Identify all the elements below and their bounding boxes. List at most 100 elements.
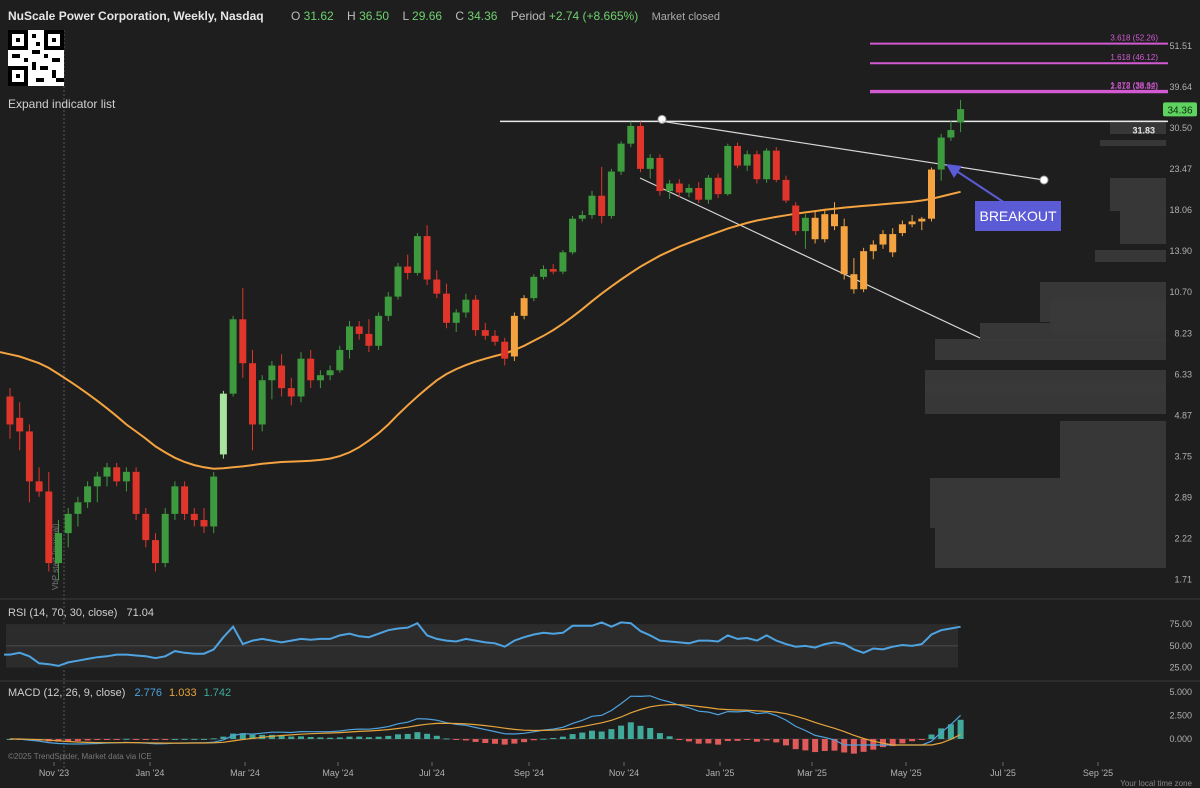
candle-body: [326, 370, 334, 376]
macd-histogram-bar: [589, 730, 595, 739]
candle-body: [957, 109, 965, 123]
macd-histogram-bar: [521, 739, 528, 743]
macd-histogram-bar: [104, 739, 110, 740]
candle-body: [782, 179, 790, 201]
macd-histogram-bar: [142, 739, 149, 740]
macd-histogram-bar: [540, 738, 547, 740]
x-tick-label: Sep '25: [1083, 768, 1113, 778]
y-tick-label: 23.47: [1169, 164, 1192, 174]
candle-body: [811, 217, 819, 240]
y-tick-label: 8.23: [1174, 328, 1192, 338]
macd-histogram-bar: [618, 725, 625, 739]
candle-body: [743, 154, 751, 166]
candle-body: [850, 274, 858, 290]
x-tick-label: Jan '25: [706, 768, 735, 778]
candle-body: [714, 177, 722, 195]
x-tick-label: Mar '25: [797, 768, 827, 778]
pane-divider-macd: [0, 680, 1200, 682]
expand-indicator-list-link[interactable]: Expand indicator list: [8, 97, 115, 111]
macd-label: MACD (12, 26, 9, close): [8, 687, 126, 699]
candle-body: [792, 205, 800, 232]
candle-body: [666, 183, 674, 192]
candle-body: [540, 269, 547, 277]
macd-histogram-bar: [773, 739, 780, 743]
fib-level-label: 3.618 (52.26): [1110, 34, 1158, 43]
macd-histogram-bar: [414, 732, 421, 739]
candle-body: [142, 513, 150, 541]
macd-legend: MACD (12, 26, 9, close) 2.776 1.033 1.74…: [8, 687, 231, 699]
rsi-value: 71.04: [126, 607, 155, 619]
candle-body: [122, 471, 130, 482]
candle-body: [617, 143, 625, 172]
rsi-legend: RSI (14, 70, 30, close) 71.04: [8, 607, 154, 619]
macd-histogram-bar: [705, 739, 712, 744]
chart-header: NuScale Power Corporation, Weekly, Nasda…: [8, 9, 720, 23]
rsi-tick-label: 50.00: [1169, 641, 1192, 651]
candle-body: [346, 326, 353, 350]
candle-body: [598, 195, 606, 216]
macd-histogram-bar: [307, 736, 314, 739]
candle-body: [25, 431, 33, 482]
breakout-label: BREAKOUT: [979, 208, 1056, 224]
candle-body: [472, 299, 480, 331]
x-tick-label: Jul '25: [990, 768, 1016, 778]
resistance-label: 31.83: [1132, 125, 1155, 135]
macd-histogram-bar: [666, 736, 673, 739]
x-tick-label: Jan '24: [136, 768, 165, 778]
candle-body: [578, 215, 586, 219]
macd-histogram-bar: [724, 739, 731, 742]
rsi-label: RSI (14, 70, 30, close): [8, 607, 118, 619]
y-tick-label: 51.51: [1169, 41, 1192, 51]
candle-body: [656, 157, 664, 192]
candle-body: [316, 375, 324, 381]
last-price-tag: 34.36: [1167, 105, 1192, 116]
candle-body: [530, 276, 538, 299]
candle-body: [831, 214, 838, 227]
macd-histogram-bar: [550, 737, 557, 739]
candle-body: [627, 125, 635, 144]
candle-body: [637, 125, 644, 169]
volume-profile-bar: [1110, 178, 1166, 211]
macd-histogram-bar: [84, 739, 91, 741]
macd-histogram-bar: [637, 725, 644, 739]
macd-histogram-bar: [210, 738, 217, 740]
macd-histogram-bar: [783, 739, 789, 746]
y-tick-label: 13.90: [1169, 246, 1192, 256]
macd-histogram-bar: [501, 739, 508, 745]
macd-histogram-bar: [298, 736, 304, 739]
candle-body: [190, 513, 198, 521]
qr-code-icon: [8, 30, 64, 86]
candle-body: [898, 224, 906, 234]
candle-body: [433, 279, 441, 294]
candle-body: [588, 195, 596, 216]
candle-body: [462, 299, 470, 313]
fib-level-label: 1.272 (38.64): [1110, 81, 1158, 90]
candle-body: [569, 218, 577, 253]
macd-histogram-bar: [404, 733, 411, 739]
data-credit: ©2025 TrendSpider, Market data via ICE: [8, 752, 152, 761]
macd-histogram-bar: [530, 739, 537, 741]
candle-body: [404, 266, 412, 273]
candle-body: [6, 396, 14, 425]
pane-divider-rsi: [0, 598, 1200, 600]
y-tick-label: 10.70: [1169, 287, 1192, 297]
macd-histogram-bar: [94, 739, 101, 740]
candle-body: [724, 145, 732, 195]
candle-body: [549, 269, 557, 272]
candle-body: [132, 471, 140, 514]
symbol-title: NuScale Power Corporation, Weekly, Nasda…: [8, 9, 264, 23]
candle-body: [443, 293, 450, 323]
macd-histogram-bar: [327, 737, 334, 739]
macd-histogram-bar: [821, 739, 828, 752]
macd-signal-value: 1.033: [169, 687, 197, 699]
volume-profile-bar: [980, 323, 1166, 341]
open-value: 31.62: [303, 9, 334, 23]
candle-body: [908, 221, 916, 225]
macd-line: [9, 695, 962, 746]
candle-body: [375, 315, 383, 346]
candle-body: [45, 491, 53, 564]
y-tick-label: 2.89: [1174, 492, 1192, 502]
macd-histogram-bar: [356, 736, 363, 739]
candle-body: [103, 467, 111, 477]
candle-body: [695, 187, 703, 200]
